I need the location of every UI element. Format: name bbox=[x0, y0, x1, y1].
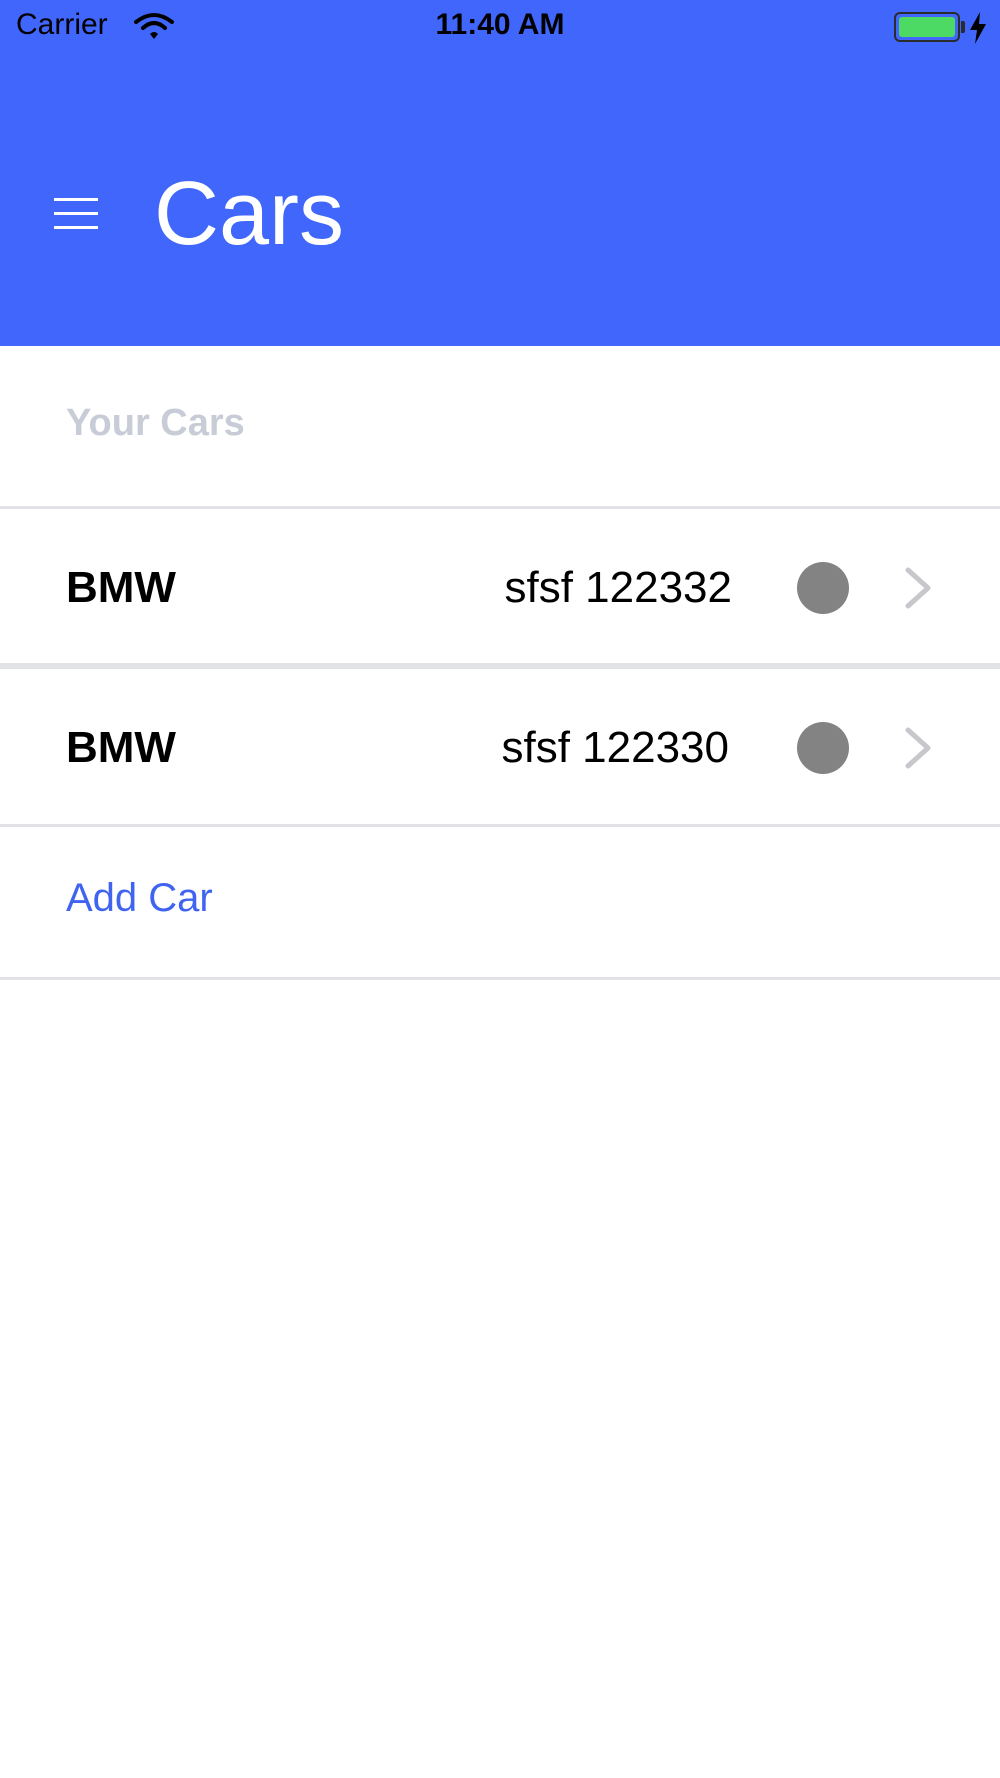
menu-line-top bbox=[54, 198, 98, 201]
divider bbox=[0, 824, 1000, 827]
car-status-indicator bbox=[797, 722, 849, 774]
divider bbox=[0, 506, 1000, 509]
hamburger-menu-icon[interactable] bbox=[54, 198, 100, 232]
charging-bolt-icon bbox=[970, 12, 986, 44]
chevron-right-icon bbox=[905, 727, 931, 769]
battery-icon bbox=[894, 12, 960, 42]
car-plate: sfsf 122330 bbox=[501, 723, 730, 772]
add-car-button[interactable]: Add Car bbox=[66, 876, 213, 921]
divider bbox=[0, 663, 1000, 669]
battery-tip bbox=[961, 21, 965, 33]
page-title: Cars bbox=[154, 164, 345, 264]
chevron-right-icon bbox=[905, 567, 931, 609]
car-plate: sfsf 122332 bbox=[504, 563, 733, 612]
car-make: BMW bbox=[66, 563, 176, 612]
status-bar: Carrier 11:40 AM bbox=[0, 0, 1000, 56]
menu-line-bottom bbox=[54, 226, 98, 229]
battery-level bbox=[899, 17, 955, 37]
menu-line-middle bbox=[54, 212, 98, 215]
status-time: 11:40 AM bbox=[435, 8, 565, 41]
car-status-indicator bbox=[797, 562, 849, 614]
section-label-your-cars: Your Cars bbox=[66, 402, 245, 444]
car-make: BMW bbox=[66, 723, 176, 772]
divider bbox=[0, 977, 1000, 980]
app-header: Carrier 11:40 AM Cars bbox=[0, 0, 1000, 346]
car-list-item[interactable]: BMW sfsf 122330 bbox=[0, 670, 1000, 826]
car-list-item[interactable]: BMW sfsf 122332 bbox=[0, 510, 1000, 666]
